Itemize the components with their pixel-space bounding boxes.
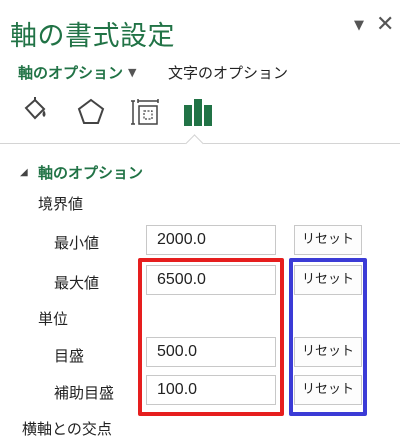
active-tab-pointer — [185, 134, 204, 153]
fill-line-icon[interactable] — [20, 96, 50, 126]
pane-options-icon[interactable]: ▼ — [354, 18, 364, 33]
chevron-down-icon[interactable]: ▼ — [128, 66, 136, 79]
bounds-label: 境界値 — [38, 195, 84, 213]
section-title[interactable]: 軸のオプション — [38, 162, 143, 183]
min-input[interactable]: 2000.0 — [146, 225, 276, 255]
minor-label: 補助目盛 — [54, 384, 115, 402]
close-icon[interactable]: ✕ — [376, 12, 394, 37]
axis-options-icon[interactable] — [182, 96, 212, 126]
text-options-tab[interactable]: 文字のオプション — [168, 62, 288, 83]
max-label: 最大値 — [54, 274, 100, 292]
min-label: 最小値 — [54, 234, 100, 252]
pane-title: 軸の書式設定 — [10, 21, 175, 52]
axis-options-dropdown[interactable]: 軸のオプション — [18, 62, 123, 83]
highlight-blue-box — [289, 258, 367, 416]
cross-label: 横軸との交点 — [22, 420, 112, 438]
collapse-caret-icon[interactable]: ◢ — [20, 167, 28, 178]
units-label: 単位 — [38, 310, 69, 328]
min-reset-button[interactable]: リセット — [294, 225, 362, 255]
major-label: 目盛 — [54, 347, 85, 365]
effects-icon[interactable] — [76, 97, 106, 127]
size-properties-icon[interactable] — [130, 97, 160, 127]
highlight-red-box — [138, 258, 284, 416]
